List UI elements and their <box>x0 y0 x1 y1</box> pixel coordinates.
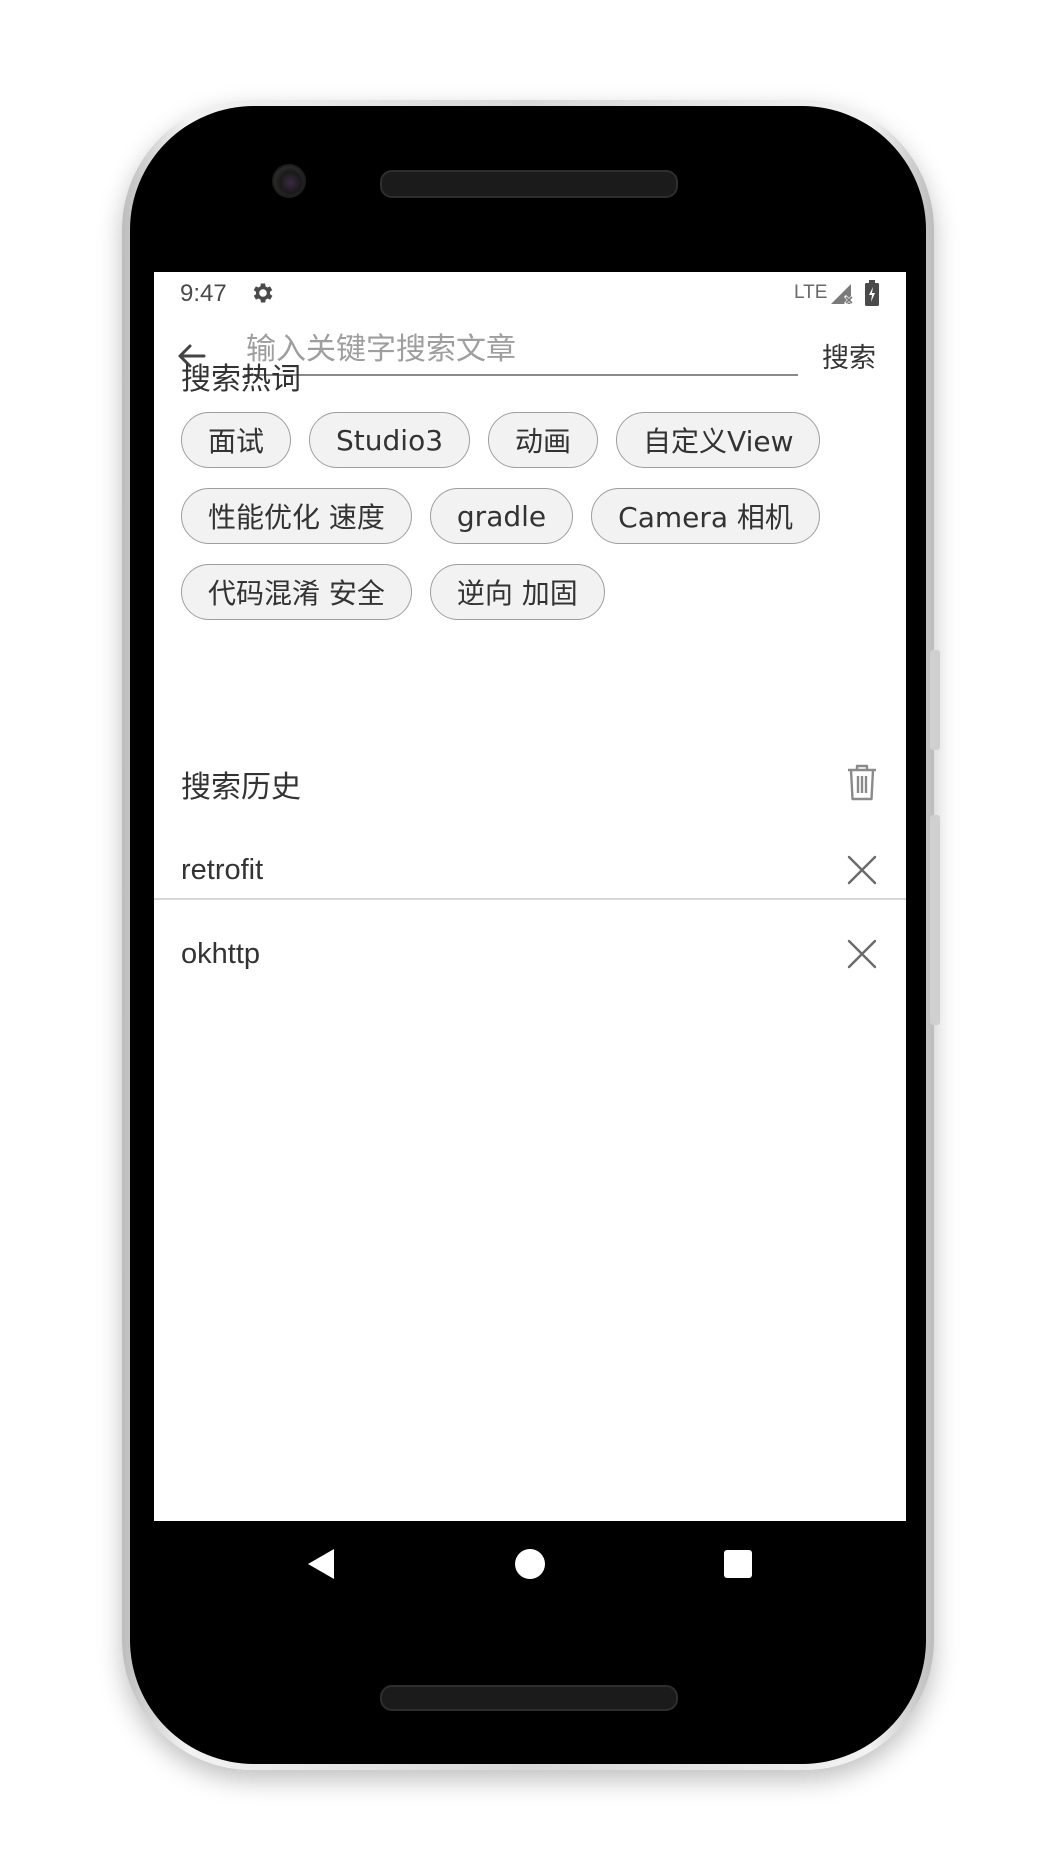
hot-word-chip[interactable]: 自定义View <box>616 412 821 468</box>
status-time: 9:47 <box>180 280 227 307</box>
history-item-label[interactable]: retrofit <box>181 854 263 887</box>
history-item: okhttp <box>154 916 906 1000</box>
hot-word-chip[interactable]: 面试 <box>181 412 292 468</box>
power-button <box>930 650 940 750</box>
history-item: retrofit <box>154 832 906 916</box>
volume-button <box>930 815 940 1025</box>
history-title: 搜索历史 <box>181 770 301 805</box>
app-screen: 9:47 LTE 搜索 搜索热词 <box>154 272 906 1521</box>
hot-word-chip[interactable]: Studio3 <box>309 412 471 468</box>
hot-word-chip[interactable]: gradle <box>429 488 574 544</box>
home-circle-icon[interactable] <box>515 1549 545 1579</box>
chip-row: 面试 Studio3 动画 自定义View <box>181 412 891 470</box>
page: 9:47 LTE 搜索 搜索热词 <box>0 0 1055 1875</box>
search-input[interactable] <box>244 328 798 376</box>
top-speaker <box>380 170 678 198</box>
bottom-speaker <box>380 1685 678 1711</box>
front-camera <box>272 164 306 198</box>
hot-word-chip[interactable]: 性能优化 速度 <box>181 488 412 544</box>
battery-icon <box>865 280 879 306</box>
network-type: LTE <box>794 282 828 303</box>
recents-square-icon[interactable] <box>724 1550 752 1578</box>
gear-icon <box>253 283 273 303</box>
chip-row: 代码混淆 安全 逆向 加固 <box>181 564 891 622</box>
search-button[interactable]: 搜索 <box>822 336 876 375</box>
trash-icon[interactable] <box>844 762 880 802</box>
close-icon[interactable] <box>844 852 880 888</box>
history-item-label[interactable]: okhttp <box>181 938 260 971</box>
status-bar: 9:47 LTE <box>154 272 906 314</box>
divider <box>154 898 906 900</box>
back-triangle-icon[interactable] <box>306 1547 336 1581</box>
chip-row: 性能优化 速度 gradle Camera 相机 <box>181 488 891 546</box>
hot-word-chip[interactable]: Camera 相机 <box>591 488 820 544</box>
hot-word-chip[interactable]: 逆向 加固 <box>429 564 605 620</box>
hot-words-chips: 面试 Studio3 动画 自定义View 性能优化 速度 gradle Cam… <box>181 412 891 640</box>
hot-words-title: 搜索热词 <box>181 362 301 397</box>
signal-icon <box>831 284 855 306</box>
hot-word-chip[interactable]: 动画 <box>488 412 599 468</box>
close-icon[interactable] <box>844 936 880 972</box>
hot-word-chip[interactable]: 代码混淆 安全 <box>181 564 412 620</box>
